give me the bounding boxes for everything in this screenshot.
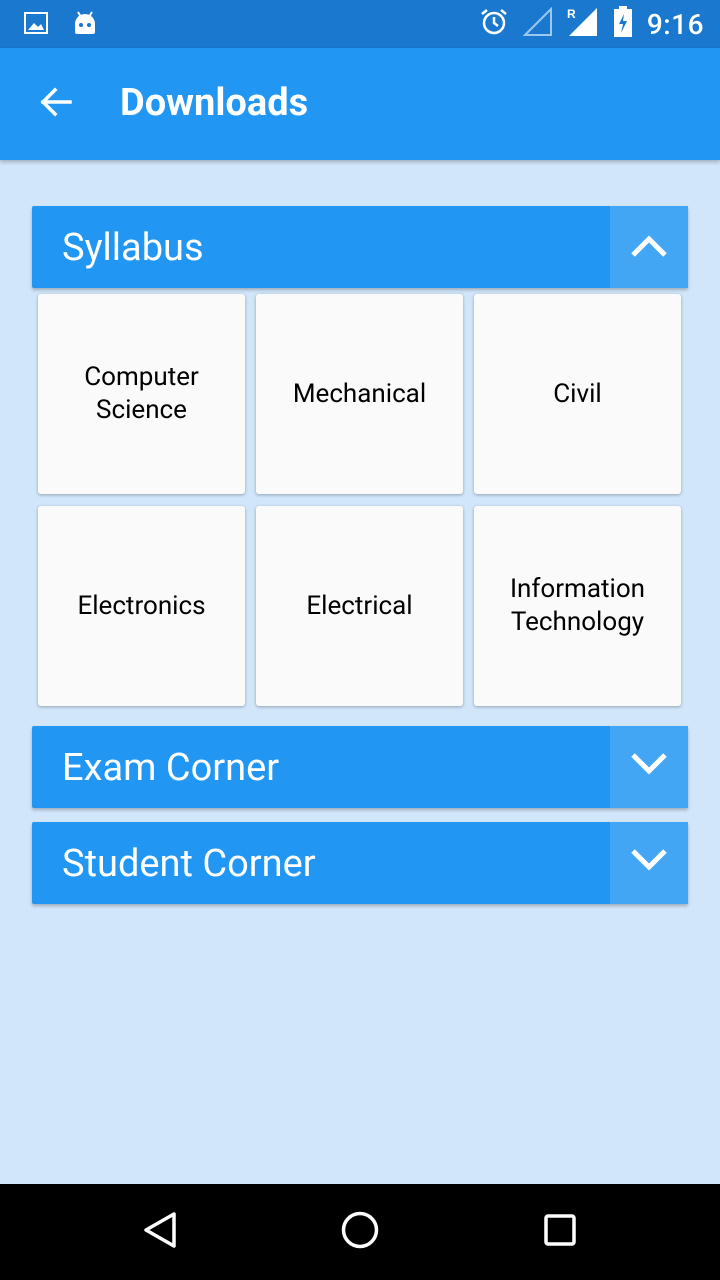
section-title: Syllabus <box>62 226 204 270</box>
chevron-down-icon <box>629 847 669 879</box>
expand-button[interactable] <box>610 822 688 904</box>
status-time: 9:16 <box>646 7 704 41</box>
nav-home-button[interactable] <box>336 1208 384 1256</box>
home-circle-icon <box>340 1210 380 1254</box>
expand-button[interactable] <box>610 726 688 808</box>
section-header-student-corner[interactable]: Student Corner <box>32 822 688 904</box>
alarm-icon <box>479 7 509 41</box>
section-title: Exam Corner <box>62 746 280 790</box>
syllabus-tile-electronics[interactable]: Electronics <box>38 506 245 706</box>
nav-recents-button[interactable] <box>536 1208 584 1256</box>
syllabus-tile-computer-science[interactable]: Computer Science <box>38 294 245 494</box>
chevron-up-icon <box>629 231 669 263</box>
battery-charging-icon <box>613 6 633 42</box>
syllabus-tile-information-technology[interactable]: Information Technology <box>474 506 681 706</box>
image-icon <box>24 11 48 39</box>
android-icon <box>72 10 98 40</box>
section-header-syllabus[interactable]: Syllabus <box>32 206 688 288</box>
app-bar: Downloads <box>0 48 720 160</box>
section-title: Student Corner <box>62 842 316 886</box>
svg-text:R: R <box>567 7 576 21</box>
signal-roaming-icon: R <box>567 6 599 42</box>
page-title: Downloads <box>120 81 309 125</box>
recents-square-icon <box>540 1210 580 1254</box>
back-button[interactable] <box>30 78 82 130</box>
syllabus-grid: Computer Science Mechanical Civil Electr… <box>38 294 682 706</box>
status-bar: R 9:16 <box>0 0 720 48</box>
system-nav-bar <box>0 1184 720 1280</box>
collapse-button[interactable] <box>610 206 688 288</box>
section-header-exam-corner[interactable]: Exam Corner <box>32 726 688 808</box>
chevron-down-icon <box>629 751 669 783</box>
syllabus-tile-mechanical[interactable]: Mechanical <box>256 294 463 494</box>
syllabus-tile-electrical[interactable]: Electrical <box>256 506 463 706</box>
nav-back-button[interactable] <box>136 1208 184 1256</box>
signal-empty-icon <box>522 6 553 41</box>
arrow-left-icon <box>38 84 74 124</box>
back-triangle-icon <box>140 1210 180 1254</box>
syllabus-tile-civil[interactable]: Civil <box>474 294 681 494</box>
